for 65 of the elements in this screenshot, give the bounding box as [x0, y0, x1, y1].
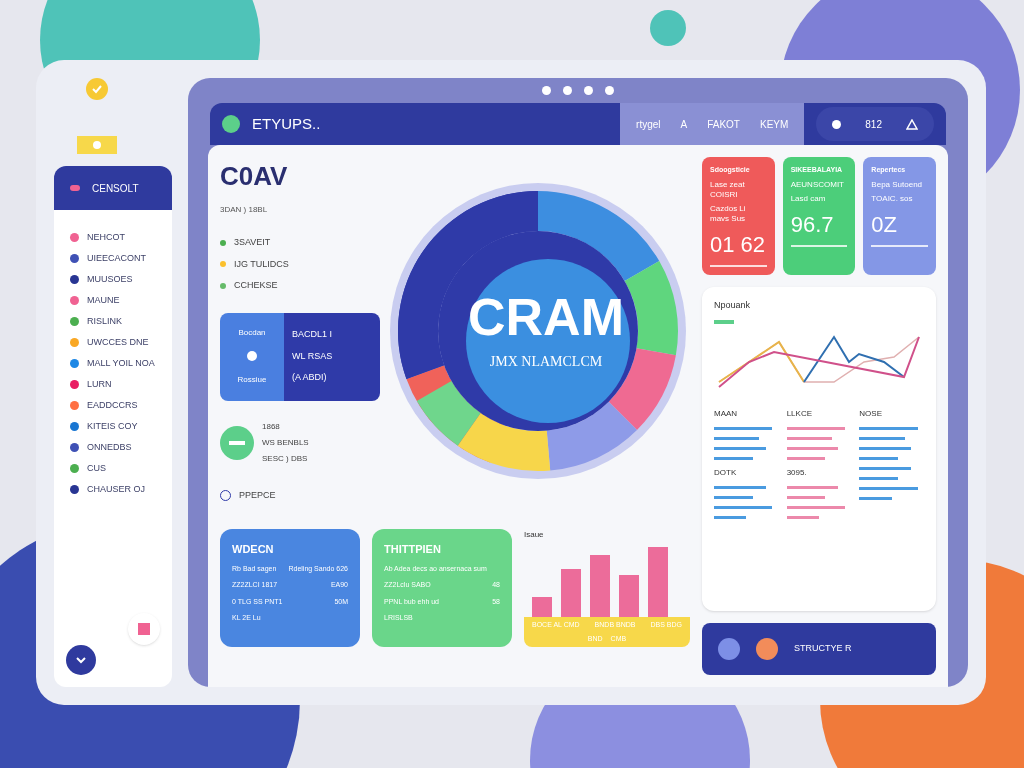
- sidebar-item[interactable]: CHAUSER OJ: [70, 482, 156, 497]
- stat-note: Cazdos Li mavs Sus: [710, 203, 747, 224]
- stat-note: Lasd cam: [790, 193, 827, 204]
- chart-bar: [648, 547, 668, 617]
- status-text: 1868: [262, 420, 281, 433]
- sidebar-item[interactable]: NEHCOT: [70, 230, 156, 245]
- info-label: Bocdan: [238, 326, 266, 339]
- logo-icon: [222, 115, 240, 133]
- sidebar-item[interactable]: MUUSOES: [70, 272, 156, 287]
- info-text: BACDL1 I: [292, 328, 334, 342]
- sidebar-item[interactable]: ONNEDBS: [70, 440, 156, 455]
- overview-subtitle: 3DAN ) 18BL: [220, 204, 269, 216]
- sidebar-item[interactable]: KITEIS COY: [70, 419, 156, 434]
- legend-label: CCHEKSE: [234, 279, 278, 292]
- stat-value: 96.7: [790, 210, 835, 239]
- sidebar-title: CENSOLT: [92, 181, 139, 196]
- sidebar-item[interactable]: CUS: [70, 461, 156, 476]
- info-text: (A ABDI): [292, 371, 328, 385]
- column-title: LLKCE: [786, 408, 814, 420]
- legend-label: 3SAVEIT: [234, 236, 271, 249]
- chart-bar: [532, 597, 552, 617]
- column-footer: 3095.: [786, 467, 852, 479]
- card-title: THITTPIEN: [384, 542, 442, 557]
- background-circle: [650, 10, 686, 46]
- chart-bar: [619, 575, 639, 617]
- sidebar-item[interactable]: UWCCES DNE: [70, 335, 156, 350]
- warning-icon[interactable]: [906, 118, 918, 130]
- radio-icon: [247, 351, 257, 362]
- bar-card-title: Isaue: [524, 529, 545, 541]
- sidebar-item[interactable]: MALL YOIL NOA: [70, 356, 156, 371]
- stat-note: TOAIC. sos: [871, 193, 914, 204]
- bottom-bar-title: STRUCTYE R: [794, 642, 852, 656]
- chevron-icon: [76, 656, 86, 664]
- brand-name: ETYUPS..: [252, 113, 321, 134]
- chevron-button[interactable]: [66, 645, 96, 675]
- stat-value: 01 62: [710, 230, 767, 259]
- chart-bar: [590, 555, 610, 617]
- sidebar-item[interactable]: UIEECACONT: [70, 251, 156, 266]
- sidebar-item[interactable]: RISLINK: [70, 314, 156, 329]
- sidebar-item[interactable]: LURN: [70, 377, 156, 392]
- stop-button[interactable]: [128, 613, 160, 645]
- count-label: 812: [865, 117, 882, 132]
- info-label: Rossiue: [237, 374, 267, 387]
- status-text: SESC ) DBS: [262, 452, 309, 465]
- stat-subtitle: AEUNSCOMIT: [790, 179, 845, 190]
- footer-label: PPEPCE: [239, 488, 276, 502]
- legend-label: IJG TULIDCS: [234, 257, 289, 271]
- trend-title: Npouank: [714, 298, 752, 312]
- sidebar-item[interactable]: EADDCCRS: [70, 398, 156, 413]
- stat-value: 0Z: [871, 210, 899, 239]
- donut-title: CRAM: [468, 290, 624, 343]
- column-footer: DOTK: [714, 467, 779, 479]
- stat-subtitle: Bepa Sutoend: [871, 179, 924, 190]
- info-text: WL RSAS: [292, 349, 334, 363]
- overview-title: C0AV: [220, 160, 289, 193]
- card-title: WDECN: [232, 542, 275, 557]
- chart-bar: [561, 569, 581, 617]
- stat-subtitle: Lase zeat COISRI: [710, 179, 746, 200]
- sidebar-item[interactable]: MAUNE: [70, 293, 156, 308]
- donut-subtitle: JMX NLAMCLCM: [489, 352, 603, 371]
- column-title: MAAN: [714, 408, 739, 420]
- column-title: NOSE: [859, 408, 883, 420]
- check-icon[interactable]: [86, 78, 108, 100]
- status-text: WS BENBLS: [262, 436, 309, 449]
- status-badge: [220, 425, 254, 460]
